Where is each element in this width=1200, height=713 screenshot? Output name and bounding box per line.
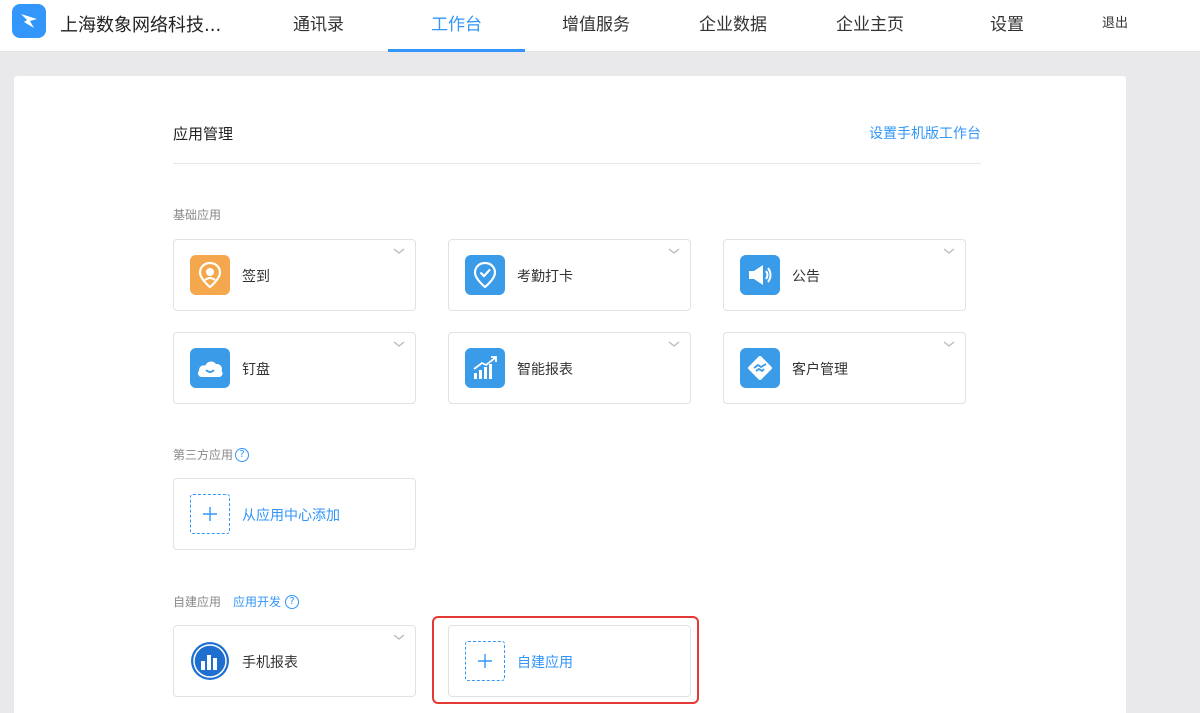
- nav-tab-settings[interactable]: 设置: [990, 10, 1024, 52]
- bar-chart-icon: [465, 348, 505, 388]
- top-navigation-bar: 上海数象网络科技... 通讯录 工作台 增值服务 企业数据 企业主页 设置 退出: [0, 0, 1200, 52]
- nav-tab-workbench[interactable]: 工作台: [388, 10, 525, 52]
- nav-tab-value-added-services[interactable]: 增值服务: [562, 10, 630, 52]
- app-card-label: 钉盘: [242, 362, 270, 378]
- section-title: 第三方应用: [173, 448, 234, 462]
- handshake-icon: [740, 348, 780, 388]
- add-from-app-center-card[interactable]: 从应用中心添加: [173, 478, 416, 550]
- help-icon[interactable]: ?: [285, 594, 300, 609]
- app-card-checkin[interactable]: 签到: [173, 239, 416, 311]
- create-custom-app-card[interactable]: 自建应用: [448, 625, 691, 697]
- mobile-workbench-settings-link[interactable]: 设置手机版工作台: [869, 123, 981, 143]
- nav-tab-contacts[interactable]: 通讯录: [293, 10, 344, 52]
- chevron-down-icon[interactable]: [668, 246, 680, 256]
- logout-link[interactable]: 退出: [1102, 12, 1128, 31]
- chevron-down-icon[interactable]: [393, 339, 405, 349]
- app-card-label: 公告: [792, 269, 820, 285]
- megaphone-icon: [740, 255, 780, 295]
- plus-icon: [190, 494, 230, 534]
- attendance-pin-icon: [465, 255, 505, 295]
- report-circle-icon: [190, 641, 230, 681]
- app-card-label: 客户管理: [792, 362, 848, 378]
- create-custom-app-label: 自建应用: [517, 655, 573, 671]
- dingtalk-logo-icon[interactable]: [12, 4, 46, 38]
- chevron-down-icon[interactable]: [393, 632, 405, 642]
- main-panel: 应用管理 设置手机版工作台 基础应用 签到 考勤打卡 公告 钉盘 智能报表 客户…: [14, 76, 1126, 713]
- nav-tab-enterprise-homepage[interactable]: 企业主页: [836, 10, 904, 52]
- section-label-third-party-apps: 第三方应用 ?: [173, 446, 250, 463]
- app-card-attendance[interactable]: 考勤打卡: [448, 239, 691, 311]
- chevron-down-icon[interactable]: [943, 339, 955, 349]
- section-label-basic-apps: 基础应用: [173, 206, 221, 223]
- app-card-mobile-report[interactable]: 手机报表: [173, 625, 416, 697]
- app-card-customer-management[interactable]: 客户管理: [723, 332, 966, 404]
- app-development-link[interactable]: 应用开发: [233, 593, 281, 610]
- app-card-announcement[interactable]: 公告: [723, 239, 966, 311]
- nav-tab-enterprise-data[interactable]: 企业数据: [699, 10, 767, 52]
- cloud-icon: [190, 348, 230, 388]
- company-name[interactable]: 上海数象网络科技...: [60, 11, 221, 37]
- chevron-down-icon[interactable]: [668, 339, 680, 349]
- add-from-app-center-label: 从应用中心添加: [242, 508, 340, 524]
- section-title: 基础应用: [173, 208, 222, 222]
- app-card-label: 手机报表: [242, 655, 298, 671]
- page-title: 应用管理: [173, 125, 234, 143]
- app-card-label: 签到: [242, 269, 270, 285]
- title-divider: [173, 163, 981, 164]
- section-label-custom-apps: 自建应用 应用开发 ?: [173, 593, 300, 610]
- app-card-label: 考勤打卡: [517, 269, 573, 285]
- checkin-pin-icon: [190, 255, 230, 295]
- chevron-down-icon[interactable]: [393, 246, 405, 256]
- app-card-dingpan[interactable]: 钉盘: [173, 332, 416, 404]
- chevron-down-icon[interactable]: [943, 246, 955, 256]
- plus-icon: [465, 641, 505, 681]
- app-card-label: 智能报表: [517, 362, 573, 378]
- app-card-smart-report[interactable]: 智能报表: [448, 332, 691, 404]
- help-icon[interactable]: ?: [235, 447, 250, 462]
- section-title: 自建应用: [173, 595, 222, 609]
